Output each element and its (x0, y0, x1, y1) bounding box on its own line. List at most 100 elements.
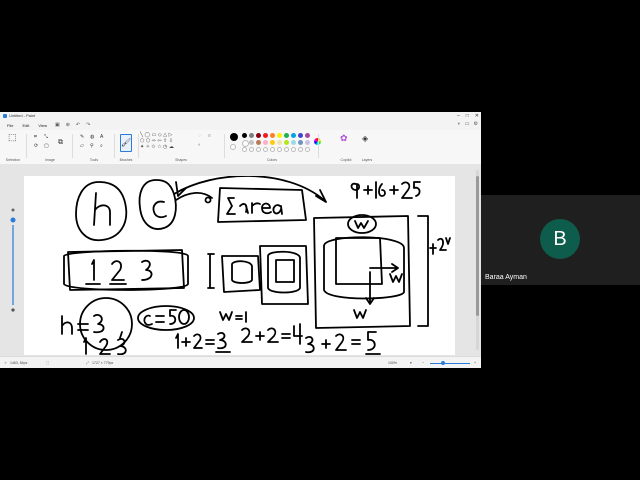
account-icon[interactable]: ◐ (458, 121, 461, 127)
color-swatch[interactable] (305, 133, 310, 138)
crop-icon[interactable]: ⌗ (34, 135, 37, 140)
resize-icon[interactable]: ⤡ (44, 135, 48, 140)
share-icon[interactable]: ⊕ (66, 122, 70, 128)
color-swatch[interactable] (263, 133, 268, 138)
maximize-icon[interactable]: □ (466, 113, 469, 119)
custom-color-slot[interactable] (305, 147, 310, 152)
background-removal-icon[interactable]: ⧉ (58, 139, 63, 146)
plus (363, 185, 373, 195)
digit-2b (99, 338, 111, 355)
menu-bar: File Edit View ▣ ⊕ ↶ ↷ ◐ ▭ ⚙ (0, 120, 481, 130)
copilot-icon[interactable]: ✿ (340, 134, 348, 143)
text-icon[interactable]: A (100, 135, 103, 140)
color-swatch[interactable] (270, 133, 275, 138)
shapes-gallery[interactable]: ╲◯▭◇△▷ ⬠⬡⇨⇦⇧⇩ ✦✧✩☆◷☁ (140, 132, 194, 154)
mid-square (275, 259, 295, 283)
canvas-size: 1727 × 779px (92, 361, 114, 365)
eq1-1 (175, 333, 179, 349)
color-swatch[interactable] (242, 140, 249, 147)
color-swatch[interactable] (284, 133, 289, 138)
color-swatch[interactable] (305, 140, 310, 145)
drawing-canvas[interactable] (24, 176, 455, 355)
rotate-icon[interactable]: ⟳ (34, 144, 38, 149)
save-icon[interactable]: ▣ (55, 122, 60, 128)
color-swatch[interactable] (242, 133, 247, 138)
digit-0 (178, 309, 190, 325)
custom-color-slot[interactable] (263, 147, 268, 152)
eq3-3 (305, 336, 315, 354)
layers-icon[interactable]: ◈ (362, 135, 368, 143)
participant-name: Baraa Ayman (485, 274, 527, 281)
circle-h (75, 181, 128, 242)
zoom-fit-icon[interactable]: ▾ (410, 361, 412, 365)
eraser-icon[interactable]: ▱ (80, 144, 84, 149)
color-swatch[interactable] (249, 140, 254, 145)
color-swatch[interactable] (270, 140, 275, 145)
custom-color-slot[interactable] (249, 147, 254, 152)
cursor-icon: ⊹ (4, 361, 7, 365)
color-swatch[interactable] (249, 133, 254, 138)
color-swatch[interactable] (284, 140, 289, 145)
fill-icon[interactable]: ◍ (90, 135, 94, 140)
color-swatch[interactable] (298, 133, 303, 138)
eq2-4 (293, 323, 303, 345)
chat-icon[interactable]: ▭ (465, 121, 470, 127)
magnifier-icon[interactable]: ⌕ (100, 144, 103, 149)
eq1-eq (205, 339, 215, 345)
minimize-icon[interactable]: – (457, 113, 460, 119)
pencil-icon[interactable]: ✎ (80, 135, 84, 140)
num-25 (401, 181, 421, 199)
settings-icon[interactable]: ⚙ (474, 121, 478, 127)
color-swatch[interactable] (263, 140, 268, 145)
zoom-out-icon[interactable]: − (422, 361, 424, 365)
eq1-2 (193, 333, 203, 349)
outline-icon[interactable]: ◌ (198, 134, 201, 139)
custom-color-slot[interactable] (298, 147, 303, 152)
vertical-scrollbar[interactable] (476, 170, 479, 350)
brush-icon[interactable]: 🖌 (120, 134, 132, 152)
zoom-in-icon[interactable]: + (474, 361, 476, 365)
custom-color-slot[interactable] (291, 147, 296, 152)
custom-color-slot[interactable] (270, 147, 275, 152)
fill-shape-icon[interactable]: ◐ (198, 143, 201, 148)
redo-icon[interactable]: ↷ (86, 122, 90, 128)
undo-icon[interactable]: ↶ (76, 122, 80, 128)
letter-a2 (272, 204, 283, 215)
custom-color-slot[interactable] (284, 147, 289, 152)
arrow-right (369, 263, 399, 273)
close-icon[interactable]: ✕ (475, 113, 479, 119)
zoom-level[interactable]: 100% (388, 361, 397, 365)
image-select-icon[interactable]: ▢ (44, 144, 49, 149)
color-swatch[interactable] (256, 140, 261, 145)
group-layers: ◈ Layers (361, 134, 373, 163)
color-swatch[interactable] (291, 140, 296, 145)
menu-file[interactable]: File (5, 122, 15, 129)
group-colors: Colors (228, 132, 321, 162)
color-swatch[interactable] (291, 133, 296, 138)
bottom-h (61, 315, 73, 335)
ribbon-separator (26, 134, 27, 158)
color-swatch[interactable] (298, 140, 303, 145)
color-swatch[interactable] (277, 133, 282, 138)
letter-c (152, 200, 167, 219)
brush-size-slider[interactable] (7, 207, 19, 317)
scrollbar-thumb[interactable] (476, 176, 479, 316)
color-swatch[interactable] (277, 140, 282, 145)
custom-color-slot[interactable] (242, 147, 247, 152)
zoom-slider-knob[interactable] (441, 361, 445, 365)
color-swatch[interactable] (256, 133, 261, 138)
current-color[interactable] (230, 133, 238, 141)
zoom-slider[interactable] (430, 363, 470, 364)
custom-color-slot[interactable] (277, 147, 282, 152)
menu-edit[interactable]: Edit (20, 122, 31, 129)
paint-app-icon (3, 114, 7, 118)
size-icon[interactable]: ≡ (208, 134, 211, 139)
menu-view[interactable]: View (36, 122, 49, 129)
participant-tile[interactable]: B Baraa Ayman (481, 195, 640, 285)
color-picker-icon[interactable]: ⚲ (90, 144, 94, 149)
secondary-color[interactable] (230, 144, 236, 150)
custom-color-slot[interactable] (256, 147, 261, 152)
letter-a (239, 203, 249, 214)
letter-e (261, 202, 272, 215)
selection-tool-icon[interactable]: ⬚ (8, 133, 17, 142)
